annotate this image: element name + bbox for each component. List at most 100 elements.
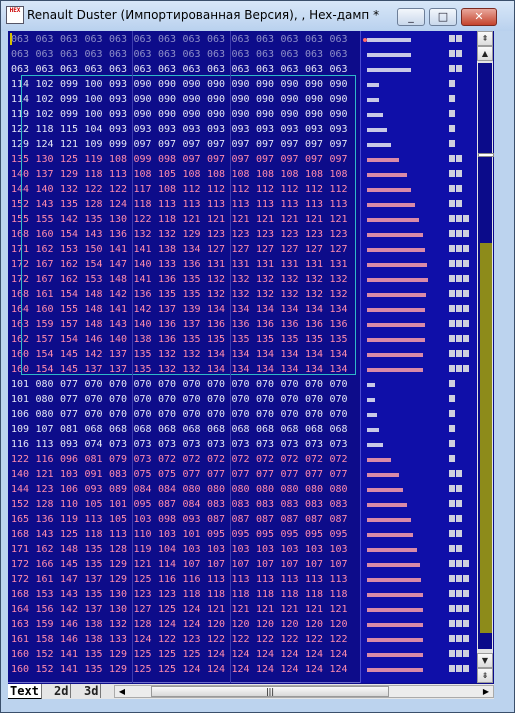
hex-cell[interactable]: 121 <box>281 602 305 617</box>
hex-cell[interactable]: 134 <box>305 302 329 317</box>
hex-cell[interactable]: 103 <box>183 542 207 557</box>
hex-cell[interactable]: 090 <box>256 92 280 107</box>
hex-cell[interactable]: 125 <box>183 647 207 662</box>
hex-cell[interactable]: 118 <box>256 587 280 602</box>
hex-cell[interactable]: 070 <box>281 377 305 392</box>
hex-cell[interactable]: 099 <box>60 107 84 122</box>
hex-cell[interactable]: 090 <box>256 77 280 92</box>
hex-cell[interactable]: 135 <box>330 332 354 347</box>
hex-cell[interactable]: 077 <box>60 392 84 407</box>
hex-cell[interactable]: 072 <box>330 452 354 467</box>
hex-cell[interactable]: 125 <box>134 662 158 677</box>
hex-cell[interactable]: 157 <box>36 332 60 347</box>
hex-cell[interactable]: 124 <box>256 647 280 662</box>
hex-cell[interactable]: 124 <box>330 647 354 662</box>
hex-cell[interactable]: 063 <box>232 47 256 62</box>
hex-cell[interactable]: 063 <box>232 62 256 77</box>
hex-cell[interactable]: 090 <box>183 92 207 107</box>
hex-cell[interactable]: 074 <box>85 437 109 452</box>
hex-cell[interactable]: 136 <box>256 317 280 332</box>
hex-cell[interactable]: 093 <box>183 122 207 137</box>
hex-cell[interactable]: 103 <box>305 542 329 557</box>
hex-cell[interactable]: 107 <box>36 422 60 437</box>
hex-cell[interactable]: 132 <box>109 617 133 632</box>
hex-cell[interactable]: 132 <box>232 287 256 302</box>
hex-cell[interactable]: 142 <box>85 347 109 362</box>
hex-cell[interactable]: 097 <box>207 137 231 152</box>
hex-cell[interactable]: 097 <box>305 152 329 167</box>
hex-cell[interactable]: 135 <box>11 152 35 167</box>
hex-cell[interactable]: 134 <box>281 302 305 317</box>
hex-cell[interactable]: 063 <box>109 47 133 62</box>
hex-cell[interactable]: 130 <box>36 152 60 167</box>
hex-cell[interactable]: 102 <box>36 107 60 122</box>
scroll-top-button[interactable]: ⇞ <box>477 31 493 46</box>
hex-cell[interactable]: 124 <box>232 662 256 677</box>
hex-cell[interactable]: 131 <box>232 257 256 272</box>
hex-cell[interactable]: 132 <box>158 347 182 362</box>
hex-cell[interactable]: 093 <box>281 122 305 137</box>
scroll-right-arrow-icon[interactable]: ▶ <box>479 686 493 697</box>
hex-cell[interactable]: 155 <box>11 212 35 227</box>
hex-cell[interactable]: 135 <box>85 542 109 557</box>
hex-cell[interactable]: 101 <box>11 392 35 407</box>
hex-cell[interactable]: 112 <box>281 182 305 197</box>
hex-cell[interactable]: 083 <box>109 467 133 482</box>
hex-cell[interactable]: 113 <box>305 572 329 587</box>
hex-cell[interactable]: 070 <box>158 377 182 392</box>
hex-cell[interactable]: 121 <box>330 212 354 227</box>
hex-cell[interactable]: 068 <box>109 422 133 437</box>
hex-cell[interactable]: 123 <box>281 227 305 242</box>
hex-cell[interactable]: 120 <box>330 617 354 632</box>
hex-cell[interactable]: 090 <box>232 107 256 122</box>
hex-cell[interactable]: 122 <box>109 182 133 197</box>
hex-cell[interactable]: 134 <box>207 362 231 377</box>
hex-cell[interactable]: 137 <box>85 362 109 377</box>
hex-cell[interactable]: 113 <box>232 197 256 212</box>
hex-cell[interactable]: 084 <box>183 497 207 512</box>
hex-cell[interactable]: 137 <box>85 572 109 587</box>
hex-cell[interactable]: 133 <box>158 257 182 272</box>
hex-cell[interactable]: 108 <box>109 152 133 167</box>
hex-cell[interactable]: 093 <box>330 122 354 137</box>
hex-cell[interactable]: 079 <box>109 452 133 467</box>
hex-cell[interactable]: 072 <box>281 452 305 467</box>
hex-cell[interactable]: 083 <box>232 497 256 512</box>
hex-cell[interactable]: 070 <box>134 407 158 422</box>
hex-cell[interactable]: 124 <box>36 137 60 152</box>
hex-cell[interactable]: 162 <box>60 272 84 287</box>
hex-cell[interactable]: 124 <box>183 602 207 617</box>
hex-cell[interactable]: 145 <box>60 362 84 377</box>
hex-cell[interactable]: 090 <box>134 77 158 92</box>
hex-cell[interactable]: 110 <box>60 497 84 512</box>
hex-cell[interactable]: 063 <box>158 62 182 77</box>
hex-cell[interactable]: 108 <box>158 182 182 197</box>
hex-cell[interactable]: 104 <box>158 542 182 557</box>
hex-cell[interactable]: 101 <box>183 527 207 542</box>
hex-cell[interactable]: 129 <box>109 647 133 662</box>
hex-cell[interactable]: 099 <box>60 92 84 107</box>
hex-cell[interactable]: 154 <box>60 287 84 302</box>
hex-cell[interactable]: 105 <box>85 497 109 512</box>
hex-cell[interactable]: 099 <box>134 152 158 167</box>
hex-cell[interactable]: 073 <box>330 437 354 452</box>
hex-cell[interactable]: 121 <box>281 212 305 227</box>
hex-cell[interactable]: 063 <box>158 47 182 62</box>
hex-cell[interactable]: 172 <box>11 572 35 587</box>
hex-cell[interactable]: 136 <box>158 332 182 347</box>
hex-cell[interactable]: 153 <box>36 587 60 602</box>
hex-cell[interactable]: 063 <box>256 47 280 62</box>
hex-cell[interactable]: 068 <box>134 422 158 437</box>
hex-cell[interactable]: 097 <box>256 152 280 167</box>
hex-cell[interactable]: 125 <box>60 527 84 542</box>
hex-cell[interactable]: 168 <box>11 587 35 602</box>
hex-cell[interactable]: 123 <box>134 587 158 602</box>
hex-cell[interactable]: 063 <box>207 32 231 47</box>
hex-cell[interactable]: 158 <box>36 632 60 647</box>
hex-cell[interactable]: 138 <box>158 242 182 257</box>
hex-cell[interactable]: 132 <box>330 272 354 287</box>
hex-cell[interactable]: 102 <box>36 92 60 107</box>
hex-cell[interactable]: 134 <box>281 347 305 362</box>
hex-cell[interactable]: 093 <box>158 122 182 137</box>
hex-cell[interactable]: 070 <box>256 377 280 392</box>
